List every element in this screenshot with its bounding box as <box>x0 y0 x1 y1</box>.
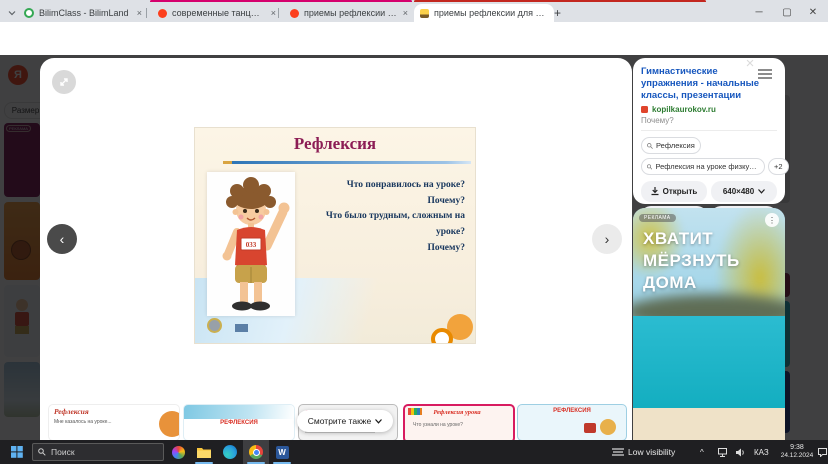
sea-decor <box>633 316 785 414</box>
notification-center-icon[interactable] <box>818 440 827 464</box>
question-line: Почему? <box>307 194 465 210</box>
taskbar-chrome-icon-active[interactable] <box>243 440 269 464</box>
slide-logo <box>207 318 222 333</box>
related-thumb-2[interactable]: РЕФЛЕКСИЯ <box>183 404 295 440</box>
thumb-cartoon-head <box>159 411 180 437</box>
search-icon <box>647 143 653 149</box>
window-minimize-button[interactable]: ─ <box>746 2 772 22</box>
next-image-button[interactable]: › <box>592 224 622 254</box>
tab-reflexia-search[interactable]: приемы рефлексии для урок × <box>284 4 414 22</box>
question-line: Что было трудным, сложным на уроке? <box>307 209 465 240</box>
slide-title-rule <box>223 161 471 164</box>
slide-questions: Что понравилось на уроке? Почему? Что бы… <box>307 178 465 256</box>
windows-logo-icon <box>11 446 23 458</box>
slide-flag-decor <box>235 324 248 332</box>
tab-close-icon[interactable]: × <box>403 8 408 18</box>
tab-bar: BilimClass - BilimLand × современные тан… <box>0 2 828 22</box>
more-tags-chip[interactable]: +2 <box>768 158 789 175</box>
window-close-button[interactable]: ✕ <box>800 2 826 22</box>
ad-badge: РЕКЛАМА <box>639 214 676 222</box>
question-line: Что понравилось на уроке? <box>307 178 465 194</box>
ad-menu-icon[interactable]: ⋮ <box>765 213 779 227</box>
chevron-down-icon <box>758 189 765 194</box>
thumb-cartoon-decor <box>600 419 616 435</box>
question-line: Почему? <box>307 241 465 257</box>
search-icon <box>38 448 46 456</box>
beach-decor <box>633 408 785 440</box>
bilimclass-favicon <box>24 8 34 18</box>
page-menu-icon[interactable] <box>758 67 772 81</box>
address-bar: ← → yandex.kz/images/search?from=tabbar&… <box>0 22 828 40</box>
windows-taskbar: Поиск W Low visibility ^ <box>0 440 828 464</box>
advertisement[interactable]: РЕКЛАМА ⋮ ХВАТИТ МЁРЗНУТЬ ДОМА Kaspi Tra… <box>633 208 785 440</box>
taskbar-file-explorer-icon[interactable] <box>191 440 217 464</box>
slide-ring-decor <box>431 328 453 343</box>
tag-chip-2[interactable]: Рефлексия на уроке физкульту... <box>641 158 765 175</box>
taskbar-widgets-icon[interactable] <box>165 440 191 464</box>
download-icon <box>651 187 659 196</box>
previous-image-button[interactable]: ‹ <box>47 224 77 254</box>
tab-close-icon[interactable]: × <box>271 8 276 18</box>
source-domain[interactable]: kopilkaurokov.ru <box>641 105 777 114</box>
taskbar-word-icon[interactable]: W <box>269 440 295 464</box>
screen: BilimClass - BilimLand × современные тан… <box>0 0 828 464</box>
tab-dances[interactable]: современные танцы — Яндек × <box>152 4 282 22</box>
tab-close-icon[interactable]: × <box>137 8 142 18</box>
new-tab-button[interactable]: + <box>548 4 574 22</box>
tab-reflexia-image-active[interactable]: приемы рефлексии для урок <box>414 4 554 22</box>
yandex-favicon <box>158 9 167 18</box>
boy-illustration: 033 <box>207 172 295 316</box>
image-size-dropdown[interactable]: 640×480 <box>711 181 777 202</box>
image-caption: Почему? <box>641 116 777 125</box>
yandex-images-page: Я Размер ⌄ РЕКЛАМА <box>0 55 828 440</box>
viewer-close-icon[interactable]: × <box>741 55 759 72</box>
related-thumb-1[interactable]: Рефлексия Мне казалось на уроке... <box>48 404 180 440</box>
taskbar-edge-icon[interactable] <box>217 440 243 464</box>
open-image-button[interactable]: Открыть <box>641 181 707 202</box>
tray-expand-icon[interactable]: ^ <box>700 440 704 464</box>
fog-icon <box>612 447 624 457</box>
bookmarks-bar: G Gmail YouTube Карты Все закладки <box>0 40 828 56</box>
site-favicon <box>641 106 648 113</box>
search-icon <box>647 164 652 170</box>
window-maximize-button[interactable]: ▢ <box>774 2 800 22</box>
slide-image[interactable]: Рефлексия <box>195 128 475 343</box>
start-button[interactable] <box>4 440 30 464</box>
tab-bilimclass[interactable]: BilimClass - BilimLand × <box>18 4 148 22</box>
network-icon[interactable] <box>718 440 729 464</box>
see-also-button[interactable]: Смотрите также <box>297 410 393 432</box>
weather-widget[interactable]: Low visibility <box>612 440 675 464</box>
related-thumb-5[interactable]: РЕФЛЕКСИЯ <box>517 404 627 440</box>
image-favicon <box>420 9 429 18</box>
volume-icon[interactable] <box>736 440 746 464</box>
taskbar-search-box[interactable]: Поиск <box>32 443 164 461</box>
bib-number: 033 <box>246 241 257 249</box>
chevron-down-icon <box>375 419 382 424</box>
related-thumb-4[interactable]: Рефлексия урока Что узнали на уроке? <box>403 404 515 440</box>
expand-image-button[interactable] <box>52 70 76 94</box>
slide-title: Рефлексия <box>195 134 475 154</box>
tag-chip-1[interactable]: Рефлексия <box>641 137 701 154</box>
image-viewer-modal: Рефлексия <box>40 58 632 440</box>
clock[interactable]: 9:38 24.12.2024 <box>776 440 818 464</box>
yandex-favicon <box>290 9 299 18</box>
language-indicator[interactable]: КАЗ <box>754 440 769 464</box>
ad-headline: ХВАТИТ МЁРЗНУТЬ ДОМА <box>643 228 761 294</box>
